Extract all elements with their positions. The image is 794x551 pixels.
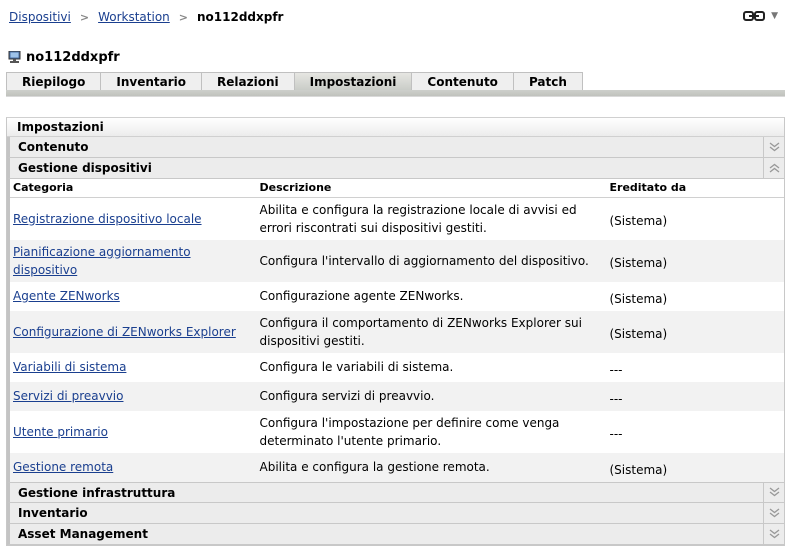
category-link[interactable]: Utente primario [13, 425, 108, 439]
category-link[interactable]: Registrazione dispositivo locale [13, 212, 202, 226]
section-inventario[interactable]: Inventario [7, 502, 784, 524]
section-gestione-infrastruttura[interactable]: Gestione infrastruttura [7, 481, 784, 503]
device-header: no112ddxpfr [8, 50, 120, 65]
column-header-ereditato-da[interactable]: Ereditato da [606, 179, 784, 198]
workstation-icon [8, 51, 21, 63]
inherited-from: (Sistema) [606, 310, 784, 353]
settings-panel: Impostazioni Contenuto Gestione disposit… [6, 117, 785, 546]
section-gestione-dispositivi[interactable]: Gestione dispositivi [7, 158, 784, 179]
section-label[interactable]: Asset Management [10, 524, 763, 544]
inherited-from: --- [606, 410, 784, 453]
collapse-icon[interactable] [763, 158, 784, 178]
settings-table: Categoria Descrizione Ereditato da Regis… [7, 179, 784, 482]
section-asset-management[interactable]: Asset Management [7, 523, 784, 545]
section-label[interactable]: Inventario [10, 503, 763, 523]
expand-icon[interactable] [763, 137, 784, 157]
column-header-categoria[interactable]: Categoria [8, 179, 257, 198]
dropdown-arrow-icon[interactable]: ▼ [771, 11, 778, 21]
table-row: Configurazione di ZENworks Explorer Conf… [8, 310, 784, 353]
inherited-from: --- [606, 381, 784, 411]
table-row: Variabili di sistema Configura le variab… [8, 352, 784, 382]
section-contenuto[interactable]: Contenuto [7, 137, 784, 158]
inherited-from: (Sistema) [606, 452, 784, 482]
table-row: Agente ZENworks Configurazione agente ZE… [8, 281, 784, 311]
inherited-from: (Sistema) [606, 197, 784, 240]
description: Abilita e configura la gestione remota. [256, 452, 607, 482]
category-link[interactable]: Pianificazione aggiornamento dispositivo [13, 245, 191, 277]
table-row: Gestione remota Abilita e configura la g… [8, 452, 784, 482]
tab-patch[interactable]: Patch [512, 72, 583, 91]
tab-strip: Riepilogo Inventario Relazioni Impostazi… [6, 72, 583, 91]
table-row: Utente primario Configura l'impostazione… [8, 410, 784, 453]
inherited-from: --- [606, 352, 784, 382]
section-label[interactable]: Gestione dispositivi [10, 158, 763, 178]
breadcrumb: Dispositivi > Workstation > no112ddxpfr [9, 10, 283, 24]
tab-inventario[interactable]: Inventario [100, 72, 203, 91]
breadcrumb-current: no112ddxpfr [196, 10, 284, 24]
tab-relazioni[interactable]: Relazioni [201, 72, 295, 91]
category-link[interactable]: Agente ZENworks [13, 289, 120, 303]
section-label[interactable]: Contenuto [10, 137, 763, 157]
link-icon[interactable] [743, 10, 766, 22]
panel-title: Impostazioni [7, 118, 784, 137]
device-name: no112ddxpfr [26, 50, 120, 65]
description: Configura l'intervallo di aggiornamento … [256, 239, 607, 282]
tab-bar-underline [6, 90, 785, 97]
description: Configurazione agente ZENworks. [256, 281, 607, 311]
inherited-from: (Sistema) [606, 239, 784, 282]
table-row: Pianificazione aggiornamento dispositivo… [8, 239, 784, 282]
description: Configura il comportamento di ZENworks E… [256, 310, 607, 353]
inherited-from: (Sistema) [606, 281, 784, 311]
tab-contenuto[interactable]: Contenuto [411, 72, 514, 91]
table-row: Servizi di preavvio Configura servizi di… [8, 381, 784, 411]
breadcrumb-separator-icon: > [79, 10, 90, 24]
description: Configura le variabili di sistema. [256, 352, 607, 382]
top-toolbar: ▼ [743, 10, 778, 22]
tab-riepilogo[interactable]: Riepilogo [6, 72, 102, 91]
section-label[interactable]: Gestione infrastruttura [10, 483, 763, 502]
breadcrumb-dispositivi[interactable]: Dispositivi [9, 10, 71, 24]
expand-icon[interactable] [763, 502, 784, 523]
breadcrumb-separator-icon: > [178, 10, 188, 24]
expand-icon[interactable] [763, 523, 784, 544]
tab-impostazioni[interactable]: Impostazioni [293, 72, 413, 91]
column-header-descrizione[interactable]: Descrizione [256, 179, 607, 198]
description: Abilita e configura la registrazione loc… [256, 197, 607, 240]
category-link[interactable]: Configurazione di ZENworks Explorer [13, 325, 236, 339]
table-row: Registrazione dispositivo locale Abilita… [8, 197, 784, 240]
category-link[interactable]: Gestione remota [13, 460, 113, 474]
expand-icon[interactable] [763, 482, 784, 502]
description: Configura l'impostazione per definire co… [256, 410, 607, 453]
description: Configura servizi di preavvio. [256, 381, 607, 411]
breadcrumb-workstation[interactable]: Workstation [98, 10, 170, 24]
table-header-row: Categoria Descrizione Ereditato da [8, 179, 784, 198]
category-link[interactable]: Servizi di preavvio [13, 389, 123, 403]
category-link[interactable]: Variabili di sistema [13, 360, 126, 374]
